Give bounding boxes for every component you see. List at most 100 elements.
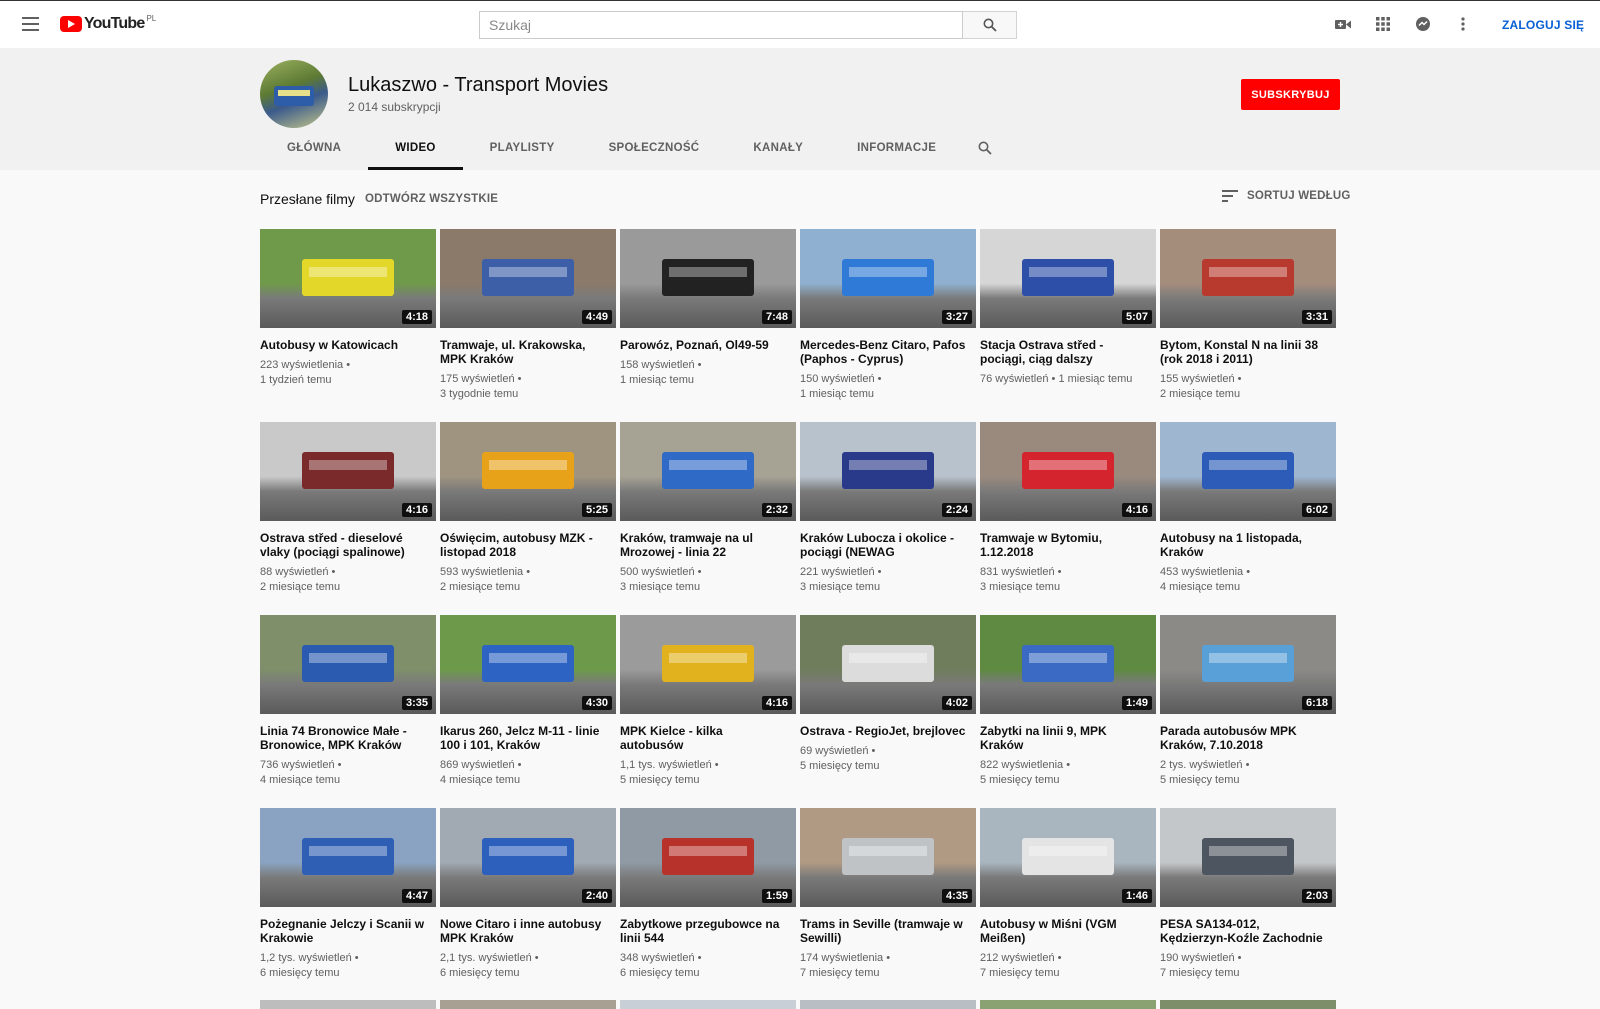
video-thumbnail[interactable]: 4:02: [800, 615, 976, 714]
video-thumbnail[interactable]: 2:24: [800, 422, 976, 521]
video-title[interactable]: PESA SA134-012, Kędzierzyn-Koźle Zachodn…: [1160, 917, 1328, 945]
video-card[interactable]: 5:25 Oświęcim, autobusy MZK - listopad 20…: [440, 422, 616, 615]
video-title[interactable]: Ikarus 260, Jelcz M-11 - linie 100 i 101…: [440, 724, 608, 752]
video-title[interactable]: Mercedes-Benz Citaro, Pafos (Paphos - Cy…: [800, 338, 968, 366]
video-card[interactable]: 4:16 Ostrava střed - dieselové vlaky (poc…: [260, 422, 436, 615]
video-age: 4 miesiące temu: [440, 774, 521, 786]
video-thumbnail[interactable]: 4:16: [260, 422, 436, 521]
video-title[interactable]: Parowóz, Poznań, Ol49-59: [620, 338, 788, 352]
sign-in-button[interactable]: ZALOGUJ SIĘ: [1502, 18, 1584, 32]
video-card[interactable]: 2:24 Kraków Lubocza i okolice - pociągi (…: [800, 422, 976, 615]
tab-videos[interactable]: WIDEO: [368, 128, 463, 170]
apps-grid-icon[interactable]: [1374, 15, 1392, 33]
search-input[interactable]: [479, 11, 963, 39]
video-title[interactable]: Nowe Citaro i inne autobusy MPK Kraków: [440, 917, 608, 945]
video-title[interactable]: MPK Kielce - kilka autobusów: [620, 724, 788, 752]
video-card[interactable]: 3:31 Bytom, Konstal N na linii 38 (rok 20…: [1160, 229, 1336, 422]
video-thumbnail[interactable]: 2:03: [1160, 808, 1336, 907]
video-thumbnail[interactable]: 3:35: [260, 615, 436, 714]
video-duration: 4:49: [581, 310, 612, 324]
messages-icon[interactable]: [1414, 15, 1432, 33]
channel-search-icon[interactable]: [965, 128, 1005, 168]
video-card[interactable]: 1:46 Autobusy w Miśni (VGM Meißen) 212 wyś…: [980, 808, 1156, 1001]
video-card[interactable]: 4:30 Ikarus 260, Jelcz M-11 - linie 100 i…: [440, 615, 616, 808]
youtube-logo[interactable]: YouTube PL: [60, 14, 156, 33]
video-title[interactable]: Tramwaje w Bytomiu, 1.12.2018: [980, 531, 1148, 559]
video-title[interactable]: Ostrava - RegioJet, brejlovec: [800, 724, 968, 738]
video-thumbnail[interactable]: 5:25: [440, 422, 616, 521]
video-title[interactable]: Zabytkowe przegubowce na linii 544: [620, 917, 788, 945]
video-duration: 4:16: [761, 696, 792, 710]
video-title[interactable]: Autobusy w Katowicach: [260, 338, 428, 352]
video-title[interactable]: Pożegnanie Jelczy i Scanii w Krakowie: [260, 917, 428, 945]
video-duration: 4:16: [401, 503, 432, 517]
search-button[interactable]: [963, 11, 1017, 39]
video-views: 69 wyświetleń •: [800, 745, 876, 757]
video-thumbnail[interactable]: 4:47: [260, 808, 436, 907]
video-card[interactable]: 3:27 Mercedes-Benz Citaro, Pafos (Paphos …: [800, 229, 976, 422]
video-thumbnail[interactable]: 4:16: [980, 422, 1156, 521]
video-title[interactable]: Autobusy na 1 listopada, Kraków: [1160, 531, 1328, 559]
video-title[interactable]: Stacja Ostrava střed - pociągi, ciąg dal…: [980, 338, 1148, 366]
video-meta: 221 wyświetleń • 3 miesiące temu: [800, 565, 970, 595]
more-vert-icon[interactable]: [1454, 15, 1472, 33]
video-card[interactable]: 7:48 Parowóz, Poznań, Ol49-59 158 wyświetl…: [620, 229, 796, 422]
video-thumbnail[interactable]: 4:30: [440, 615, 616, 714]
video-views: 2 tys. wyświetleń •: [1160, 759, 1250, 771]
channel-avatar[interactable]: [260, 60, 328, 128]
video-thumbnail[interactable]: 4:49: [440, 229, 616, 328]
subscribe-button[interactable]: SUBSKRYBUJ: [1241, 79, 1340, 110]
video-title[interactable]: Parada autobusów MPK Kraków, 7.10.2018: [1160, 724, 1328, 752]
video-thumbnail[interactable]: 7:48: [620, 229, 796, 328]
video-card[interactable]: 1:59 Zabytkowe przegubowce na linii 544 34…: [620, 808, 796, 1001]
video-camera-icon[interactable]: [1334, 15, 1352, 33]
video-thumbnail[interactable]: 5:07: [980, 229, 1156, 328]
video-thumbnail[interactable]: 6:02: [1160, 422, 1336, 521]
video-thumbnail[interactable]: 6:18: [1160, 615, 1336, 714]
video-thumbnail[interactable]: 2:32: [620, 422, 796, 521]
video-title[interactable]: Autobusy w Miśni (VGM Meißen): [980, 917, 1148, 945]
video-title[interactable]: Kraków Lubocza i okolice - pociągi (NEWA…: [800, 531, 968, 559]
video-title[interactable]: Ostrava střed - dieselové vlaky (pociągi…: [260, 531, 428, 559]
video-card[interactable]: 1:49 Zabytki na linii 9, MPK Kraków 822 wy…: [980, 615, 1156, 808]
video-title[interactable]: Tramwaje, ul. Krakowska, MPK Kraków: [440, 338, 608, 366]
video-card[interactable]: 4:49 Tramwaje, ul. Krakowska, MPK Kraków 1…: [440, 229, 616, 422]
video-title[interactable]: Linia 74 Bronowice Małe - Bronowice, MPK…: [260, 724, 428, 752]
video-title[interactable]: Trams in Seville (tramwaje w Sewilli): [800, 917, 968, 945]
sort-button[interactable]: SORTUJ WEDŁUG: [1222, 190, 1351, 202]
video-card[interactable]: 2:32 Kraków, tramwaje na ul Mrozowej - li…: [620, 422, 796, 615]
tab-home[interactable]: GŁÓWNA: [260, 128, 368, 168]
video-title[interactable]: Kraków, tramwaje na ul Mrozowej - linia …: [620, 531, 788, 559]
tab-playlists[interactable]: PLAYLISTY: [463, 128, 582, 168]
hamburger-menu-icon[interactable]: [22, 17, 39, 31]
video-thumbnail[interactable]: 3:31: [1160, 229, 1336, 328]
video-title[interactable]: Bytom, Konstal N na linii 38 (rok 2018 i…: [1160, 338, 1328, 366]
video-thumbnail[interactable]: 1:46: [980, 808, 1156, 907]
video-title[interactable]: Zabytki na linii 9, MPK Kraków: [980, 724, 1148, 752]
video-thumbnail[interactable]: 2:40: [440, 808, 616, 907]
tab-channels[interactable]: KANAŁY: [726, 128, 830, 168]
video-card[interactable]: 4:35 Trams in Seville (tramwaje w Sewilli…: [800, 808, 976, 1001]
video-card[interactable]: 4:47 Pożegnanie Jelczy i Scanii w Krakowi…: [260, 808, 436, 1001]
video-card[interactable]: 5:07 Stacja Ostrava střed - pociągi, ciąg…: [980, 229, 1156, 422]
video-title[interactable]: Oświęcim, autobusy MZK - listopad 2018: [440, 531, 608, 559]
video-age: 5 miesięcy temu: [620, 774, 700, 786]
video-card[interactable]: 6:02 Autobusy na 1 listopada, Kraków 453 w…: [1160, 422, 1336, 615]
video-card[interactable]: 4:18 Autobusy w Katowicach 223 wyświetleni…: [260, 229, 436, 422]
video-thumbnail[interactable]: 4:35: [800, 808, 976, 907]
video-card[interactable]: 2:40 Nowe Citaro i inne autobusy MPK Krak…: [440, 808, 616, 1001]
video-card[interactable]: 3:35 Linia 74 Bronowice Małe - Bronowice,…: [260, 615, 436, 808]
play-all-button[interactable]: ODTWÓRZ WSZYSTKIE: [365, 193, 498, 205]
video-thumbnail[interactable]: 4:18: [260, 229, 436, 328]
video-thumbnail[interactable]: 1:59: [620, 808, 796, 907]
tab-about[interactable]: INFORMACJE: [830, 128, 963, 168]
video-card[interactable]: 4:16 Tramwaje w Bytomiu, 1.12.2018 831 wyś…: [980, 422, 1156, 615]
tab-community[interactable]: SPOŁECZNOŚĆ: [582, 128, 727, 168]
video-card[interactable]: 4:16 MPK Kielce - kilka autobusów 1,1 tys.…: [620, 615, 796, 808]
video-card[interactable]: 6:18 Parada autobusów MPK Kraków, 7.10.20…: [1160, 615, 1336, 808]
video-card[interactable]: 2:03 PESA SA134-012, Kędzierzyn-Koźle Zac…: [1160, 808, 1336, 1001]
video-thumbnail[interactable]: 1:49: [980, 615, 1156, 714]
video-thumbnail[interactable]: 3:27: [800, 229, 976, 328]
video-card[interactable]: 4:02 Ostrava - RegioJet, brejlovec 69 wyśw…: [800, 615, 976, 808]
video-thumbnail[interactable]: 4:16: [620, 615, 796, 714]
